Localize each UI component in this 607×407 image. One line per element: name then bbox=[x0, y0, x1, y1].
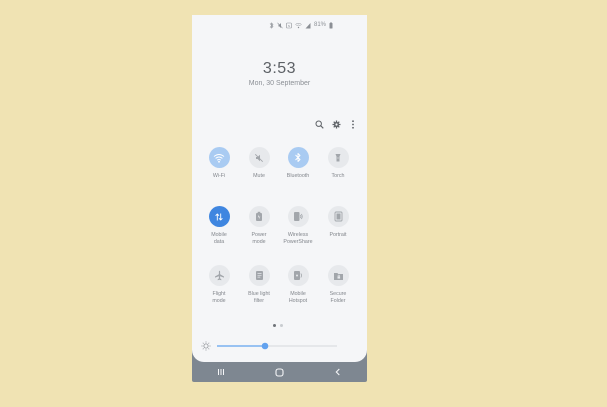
brightness-row bbox=[201, 338, 351, 351]
quick-settings-panel: N 81% 3:53 Mon, 30 September Wi-Fi Mute … bbox=[192, 15, 367, 362]
hotspot-icon[interactable] bbox=[287, 265, 309, 286]
tile-label: Wireless PowerShare bbox=[283, 232, 313, 245]
tile-label: Torch bbox=[331, 173, 345, 179]
status-bar: N 81% bbox=[269, 21, 333, 29]
portrait-icon[interactable] bbox=[327, 206, 349, 227]
tile-secure-folder[interactable]: Secure Folder bbox=[318, 265, 358, 304]
page-dot bbox=[280, 324, 283, 327]
search-icon[interactable] bbox=[314, 119, 324, 129]
power-mode-icon[interactable] bbox=[248, 206, 270, 227]
clock: 3:53 bbox=[262, 60, 297, 77]
tile-label: Secure Folder bbox=[329, 291, 347, 304]
gear-icon[interactable] bbox=[331, 119, 341, 129]
tile-label: Mute bbox=[253, 173, 265, 179]
wifi-icon bbox=[295, 22, 302, 29]
tile-label: Bluetooth bbox=[286, 173, 310, 179]
brightness-icon bbox=[201, 341, 211, 351]
tile-mobile-data[interactable]: Mobile data bbox=[199, 206, 239, 245]
nfc-icon: N bbox=[286, 22, 292, 29]
tile-torch[interactable]: Torch bbox=[318, 147, 358, 180]
tile-power-mode[interactable]: Power mode bbox=[239, 206, 279, 245]
svg-text:N: N bbox=[288, 23, 290, 27]
bluetooth-icon bbox=[269, 21, 274, 29]
tile-wireless-powershare[interactable]: Wireless PowerShare bbox=[278, 206, 318, 245]
brightness-thumb[interactable] bbox=[261, 342, 269, 350]
tile-mobile-hotspot[interactable]: Mobile Hotspot bbox=[278, 265, 318, 304]
tile-label: Wi-Fi bbox=[212, 173, 226, 179]
signal-icon bbox=[305, 22, 311, 29]
mute-icon bbox=[277, 22, 283, 29]
tile-portrait[interactable]: Portrait bbox=[318, 206, 358, 239]
page-dot-current bbox=[273, 324, 276, 327]
mobile-data-icon[interactable] bbox=[208, 206, 230, 227]
secure-folder-icon[interactable] bbox=[327, 265, 349, 286]
wifi-icon[interactable] bbox=[208, 147, 230, 168]
tile-label: Mobile data bbox=[211, 232, 227, 245]
tile-label: Blue light filter bbox=[248, 291, 270, 304]
back-icon[interactable] bbox=[328, 365, 348, 379]
tile-bluetooth[interactable]: Bluetooth bbox=[278, 147, 318, 180]
mute-icon[interactable] bbox=[248, 147, 270, 168]
phone-screen: N 81% 3:53 Mon, 30 September Wi-Fi Mute … bbox=[192, 15, 367, 382]
tile-wifi[interactable]: Wi-Fi bbox=[199, 147, 239, 180]
bluetooth-icon[interactable] bbox=[287, 147, 309, 168]
tile-mute[interactable]: Mute bbox=[239, 147, 279, 180]
torch-icon[interactable] bbox=[327, 147, 349, 168]
tile-flight-mode[interactable]: Flight mode bbox=[199, 265, 239, 304]
home-icon[interactable] bbox=[269, 365, 289, 379]
tile-label: Portrait bbox=[329, 232, 347, 238]
wireless-powershare-icon[interactable] bbox=[287, 206, 309, 227]
tile-label: Flight mode bbox=[212, 291, 226, 304]
recents-icon[interactable] bbox=[211, 365, 231, 379]
tile-label: Power mode bbox=[251, 232, 267, 245]
airplane-icon[interactable] bbox=[208, 265, 230, 286]
date: Mon, 30 September bbox=[248, 80, 311, 87]
tile-label: Mobile Hotspot bbox=[288, 291, 308, 304]
battery-icon bbox=[329, 21, 333, 29]
battery-percent: 81% bbox=[313, 22, 326, 28]
more-vertical-icon[interactable] bbox=[348, 119, 358, 129]
navigation-bar bbox=[192, 362, 367, 382]
blue-light-filter-icon[interactable] bbox=[248, 265, 270, 286]
tile-blue-light-filter[interactable]: Blue light filter bbox=[239, 265, 279, 304]
page-indicator bbox=[273, 324, 283, 327]
